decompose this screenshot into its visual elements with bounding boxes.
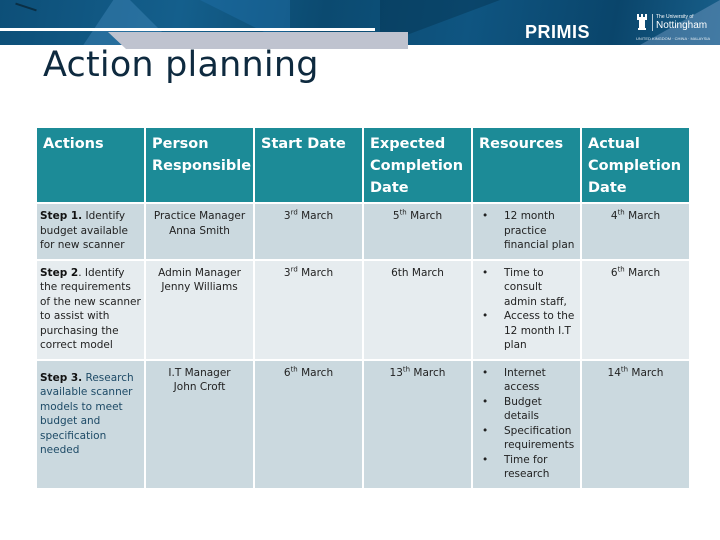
- expected-month: March: [410, 366, 446, 379]
- expected-day: 13: [389, 366, 403, 379]
- person-cell: Practice Manager Anna Smith: [146, 204, 253, 259]
- step-description: . Identify the requirements of the new s…: [40, 266, 141, 352]
- start-month: March: [297, 210, 334, 222]
- person-role: Admin Manager: [158, 266, 241, 279]
- resource-item: Internet access: [476, 366, 577, 395]
- resource-item: Specification requirements: [476, 424, 577, 453]
- actual-day: 4: [610, 210, 618, 222]
- expected-suffix: th: [399, 208, 407, 217]
- expected-date-cell: 6th March: [364, 260, 471, 359]
- expected-date-cell: 5th March: [364, 204, 471, 259]
- start-date-cell: 3rd March: [255, 204, 362, 259]
- resources-cell: Internet access Budget details Specifica…: [473, 360, 580, 488]
- actual-date-cell: 14th March: [582, 360, 689, 488]
- person-name: John Croft: [173, 381, 226, 393]
- table-header-row: Actions Person Responsible Start Date Ex…: [37, 128, 689, 202]
- action-cell: Step 1. Identify budget available for ne…: [37, 204, 144, 259]
- step-label: Step 3.: [40, 371, 83, 384]
- resource-item: Time to consult admin staff,: [476, 266, 577, 310]
- resources-cell: Time to consult admin staff, Access to t…: [473, 260, 580, 359]
- table-row: Step 3. Research available scanner model…: [37, 360, 689, 488]
- column-header-actions: Actions: [37, 128, 144, 202]
- action-plan-table: Actions Person Responsible Start Date Ex…: [35, 126, 691, 490]
- start-day: 3: [283, 266, 291, 279]
- banner-accent: [15, 2, 37, 12]
- actual-day: 6: [610, 266, 618, 279]
- actual-suffix: th: [617, 265, 625, 273]
- column-header-expected-date: Expected Completion Date: [364, 128, 471, 202]
- actual-suffix: th: [617, 208, 625, 217]
- university-campuses: UNITED KINGDOM · CHINA · MALAYSIA: [636, 36, 711, 41]
- action-cell: Step 3. Research available scanner model…: [37, 360, 144, 488]
- resources-list: Time to consult admin staff, Access to t…: [476, 266, 577, 353]
- table-row: Step 2. Identify the requirements of the…: [37, 260, 689, 359]
- expected-day: 5: [392, 210, 400, 222]
- resource-item: Access to the 12 month I.T plan: [476, 309, 577, 353]
- university-name: Nottingham: [656, 20, 708, 31]
- resources-cell: 12 month practice financial plan: [473, 204, 580, 259]
- person-cell: I.T Manager John Croft: [146, 360, 253, 488]
- start-day: 6: [283, 366, 291, 379]
- start-date-cell: 6th March: [255, 360, 362, 488]
- start-suffix: rd: [290, 265, 298, 273]
- expected-day: 6th March: [391, 266, 444, 279]
- logo-divider: [652, 14, 653, 31]
- person-name: Jenny Williams: [161, 281, 238, 293]
- column-header-person: Person Responsible: [146, 128, 253, 202]
- start-month: March: [297, 366, 334, 379]
- resource-item: Budget details: [476, 395, 577, 424]
- actual-month: March: [624, 210, 661, 222]
- start-month: March: [297, 266, 334, 279]
- person-name: Anna Smith: [169, 224, 230, 237]
- step-description: Research available scanner models to mee…: [40, 371, 134, 457]
- actual-month: March: [624, 266, 661, 279]
- step-label: Step 2: [40, 266, 79, 279]
- table-row: Step 1. Identify budget available for ne…: [37, 204, 689, 259]
- expected-date-cell: 13th March: [364, 360, 471, 488]
- column-header-resources: Resources: [473, 128, 580, 202]
- resource-item: Time for research: [476, 453, 577, 482]
- column-header-start-date: Start Date: [255, 128, 362, 202]
- start-suffix: th: [290, 365, 298, 373]
- person-cell: Admin Manager Jenny Williams: [146, 260, 253, 359]
- actual-day: 14: [607, 366, 621, 379]
- primis-logo: PRIMIS: [525, 22, 591, 42]
- resources-list: 12 month practice financial plan: [476, 209, 577, 253]
- resource-item: 12 month practice financial plan: [476, 209, 577, 253]
- actual-month: March: [628, 366, 664, 379]
- start-day: 3: [283, 210, 291, 222]
- banner-rule: [0, 28, 375, 31]
- castle-tower-icon: [637, 14, 647, 30]
- actual-date-cell: 4th March: [582, 204, 689, 259]
- page-title: Action planning: [43, 45, 319, 85]
- step-label: Step 1.: [40, 210, 83, 222]
- actual-date-cell: 6th March: [582, 260, 689, 359]
- start-suffix: rd: [290, 208, 298, 217]
- person-role: Practice Manager: [153, 210, 246, 222]
- expected-month: March: [406, 210, 443, 222]
- resources-list: Internet access Budget details Specifica…: [476, 366, 577, 482]
- person-role: I.T Manager: [168, 366, 231, 379]
- action-cell: Step 2. Identify the requirements of the…: [37, 260, 144, 359]
- start-date-cell: 3rd March: [255, 260, 362, 359]
- column-header-actual-date: Actual Completion Date: [582, 128, 689, 202]
